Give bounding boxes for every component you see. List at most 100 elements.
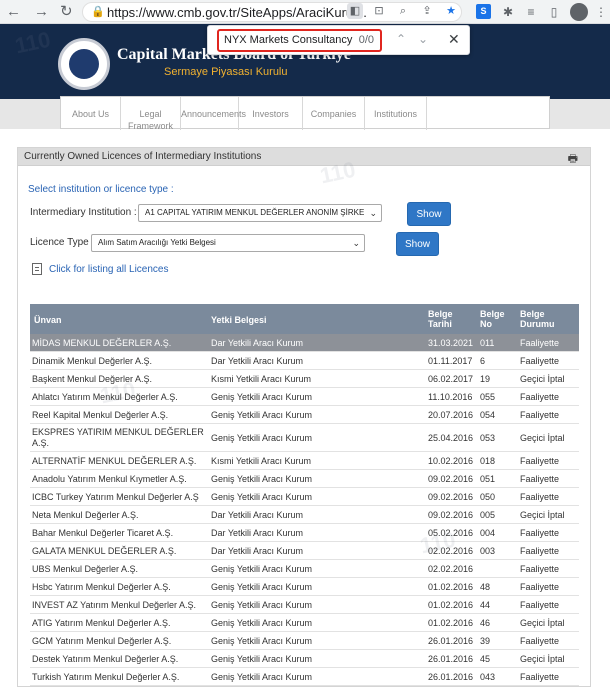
table-row[interactable]: ATIG Yatırım Menkul Değerler A.Ş. Geniş Y… [30,614,579,632]
find-query[interactable]: NYX Markets Consultancy [224,34,352,46]
nav-label: Companies [310,109,357,119]
table-row[interactable]: GALATA MENKUL DEĞERLER A.Ş. Dar Yetkili A… [30,542,579,560]
url-text[interactable]: https://www.cmb.gov.tr/SiteApps/AraciKur… [107,5,367,20]
cell-no: 055 [480,392,496,402]
table-row[interactable]: Destek Yatırım Menkul Değerler A.Ş. Geniş… [30,650,579,668]
nav-label: Investors [252,109,289,119]
cell-durum: Faaliyette [520,338,560,348]
table-row[interactable]: MİDAS MENKUL DEĞERLER A.Ş. Dar Yetkili Ar… [30,334,579,352]
site-logo[interactable] [58,38,110,90]
nav-announcements[interactable]: Announcements [181,97,246,130]
show-licence-button[interactable]: Show [396,232,439,256]
cell-yetki: Geniş Yetkili Aracı Kurum [211,582,313,592]
select-prompt: Select institution or licence type : [28,184,174,195]
share-icon[interactable]: ⇪ [419,3,435,19]
cell-tarih: 01.11.2017 [428,356,473,366]
cell-tarih: 09.02.2016 [428,492,474,502]
nav-legal-framework[interactable]: Legal Framework [121,97,181,131]
col-durum[interactable]: Belge Durumu [520,309,570,329]
cell-tarih: 01.02.2016 [428,600,474,610]
cell-yetki: Geniş Yetkili Aracı Kurum [211,636,313,646]
translate-icon[interactable]: ⊡ [371,3,387,19]
cell-no: 19 [480,374,491,384]
table-row[interactable]: Neta Menkul Değerler A.Ş. Dar Yetkili Ara… [30,506,579,524]
nav-institutions[interactable]: Institutions [365,97,427,130]
table-row[interactable]: Bahar Menkul Değerler Ticaret A.Ş. Dar Ye… [30,524,579,542]
table-row[interactable]: Turkish Yatırım Menkul Değerler A.Ş. Geni… [30,668,579,686]
cell-unvan: Dinamik Menkul Değerler A.Ş. [32,356,153,366]
back-icon[interactable]: ← [6,3,21,21]
reload-icon[interactable]: ↻ [60,3,73,21]
table-row[interactable]: Ahlatcı Yatırım Menkul Değerler A.Ş. Geni… [30,388,579,406]
chevron-up-icon[interactable]: ⌃ [396,32,406,46]
zoom-icon[interactable]: ⌕ [395,3,411,19]
table-row[interactable]: GCM Yatırım Menkul Değerler A.Ş. Geniş Ye… [30,632,579,650]
cell-unvan: GCM Yatırım Menkul Değerler A.Ş. [32,636,172,646]
col-tarih[interactable]: Belge Tarihi [428,309,464,329]
cell-tarih: 31.03.2021 [428,338,474,348]
table-row[interactable]: Hsbc Yatırım Menkul Değerler A.Ş. Geniş Y… [30,578,579,596]
cell-no: 48 [480,582,491,592]
cell-durum: Faaliyette [520,636,560,646]
cell-yetki: Geniş Yetkili Aracı Kurum [211,672,313,682]
forward-icon[interactable]: → [34,3,49,21]
cell-unvan: Turkish Yatırım Menkul Değerler A.Ş. [32,672,180,682]
cell-unvan: Bahar Menkul Değerler Ticaret A.Ş. [32,528,174,538]
cell-unvan: Anadolu Yatırım Menkul Kıymetler A.Ş. [32,474,187,484]
cell-no: 053 [480,433,496,443]
side-panel-icon[interactable]: ▯ [545,3,563,21]
show-institution-button[interactable]: Show [407,202,451,226]
table-row[interactable]: EKSPRES YATIRIM MENKUL DEĞERLER A.Ş. Geni… [30,424,579,452]
cell-durum: Faaliyette [520,410,560,420]
nav-investors[interactable]: Investors [239,97,303,130]
table-row[interactable]: Anadolu Yatırım Menkul Kıymetler A.Ş. Gen… [30,470,579,488]
table-row[interactable]: Dinamik Menkul Değerler A.Ş. Dar Yetkili … [30,352,579,370]
find-in-page-icon[interactable]: ◧ [347,3,363,19]
cell-yetki: Kısmi Yetkili Aracı Kurum [211,374,312,384]
table-row[interactable]: ALTERNATİF MENKUL DEĞERLER A.Ş. Kısmi Yet… [30,452,579,470]
puzzle-icon[interactable]: ✱ [499,3,517,21]
table-row[interactable]: ICBC Turkey Yatırım Menkul Değerler A.Ş G… [30,488,579,506]
printer-icon[interactable]: 🖶 [568,150,578,169]
cell-no: 6 [480,356,486,366]
licence-type-select[interactable]: Alım Satım Aracılığı Yetki Belgesi ⌄ [91,234,365,252]
lock-icon[interactable]: 🔒 [91,5,105,18]
institution-select[interactable]: A1 CAPITAL YATIRIM MENKUL DEĞERLER ANONİ… [138,204,382,222]
table-row[interactable]: INVEST AZ Yatırım Menkul Değerler A.Ş. Ge… [30,596,579,614]
cell-tarih: 01.02.2016 [428,582,474,592]
cell-unvan: UBS Menkul Değerler A.Ş. [32,564,139,574]
cell-no: 011 [480,338,495,348]
cell-unvan: ATIG Yatırım Menkul Değerler A.Ş. [32,618,171,628]
find-input[interactable]: NYX Markets Consultancy 0/0 [217,29,382,52]
cell-yetki: Geniş Yetkili Aracı Kurum [211,618,313,628]
licence-type-value: Alım Satım Aracılığı Yetki Belgesi [98,238,216,247]
nav-companies[interactable]: Companies [303,97,365,130]
cell-no: 043 [480,672,496,682]
cell-tarih: 06.02.2017 [428,374,474,384]
col-unvan[interactable]: Ünvan [34,315,62,325]
profile-avatar[interactable] [570,3,588,21]
extension-icon[interactable]: S [476,4,491,19]
close-icon[interactable]: ✕ [448,31,460,48]
col-yetki[interactable]: Yetki Belgesi [211,315,267,325]
cell-durum: Faaliyette [520,582,560,592]
cell-yetki: Geniş Yetkili Aracı Kurum [211,492,313,502]
table-row[interactable]: Reel Kapital Menkul Değerler A.Ş. Geniş Y… [30,406,579,424]
institution-value: A1 CAPITAL YATIRIM MENKUL DEĞERLER ANONİ… [145,208,365,217]
cell-unvan: Neta Menkul Değerler A.Ş. [32,510,139,520]
cell-durum: Geçici İptal [520,433,565,443]
table-row[interactable]: UBS Menkul Değerler A.Ş. Geniş Yetkili Ar… [30,560,579,578]
cell-tarih: 26.01.2016 [428,672,474,682]
reading-list-icon[interactable]: ≡ [522,3,540,21]
list-all-licences-link[interactable]: Click for listing all Licences [49,264,169,275]
cell-tarih: 25.04.2016 [428,433,474,443]
cell-unvan: Destek Yatırım Menkul Değerler A.Ş. [32,654,179,664]
cell-tarih: 09.02.2016 [428,510,474,520]
table-row[interactable]: Başkent Menkul Değerler A.Ş. Kısmi Yetkil… [30,370,579,388]
nav-about-us[interactable]: About Us [61,97,121,130]
cell-durum: Faaliyette [520,528,560,538]
menu-kebab-icon[interactable]: ⋮ [592,3,610,21]
col-no[interactable]: Belge No [480,309,510,329]
chevron-down-icon[interactable]: ⌄ [418,32,428,46]
bookmark-star-icon[interactable]: ★ [443,3,459,19]
